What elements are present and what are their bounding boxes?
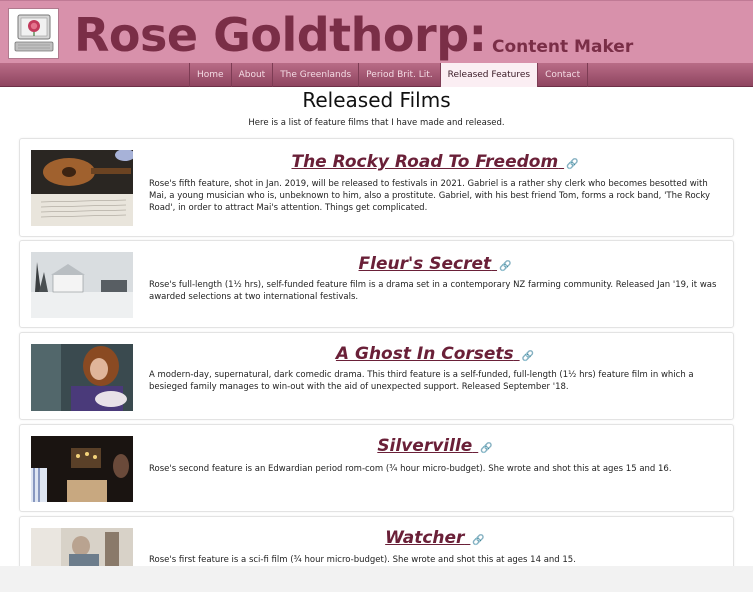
film-thumbnail[interactable]	[31, 344, 133, 411]
link-icon: 🔗	[521, 351, 535, 362]
page-intro: Here is a list of feature films that I h…	[248, 118, 505, 128]
film-title-link[interactable]: Watcher 🔗	[150, 528, 720, 548]
film-card: The Rocky Road To Freedom 🔗 Rose's fifth…	[19, 138, 734, 237]
film-description: Rose's full-length (1½ hrs), self-funded…	[149, 280, 717, 302]
nav-item-period-brit-lit[interactable]: Period Brit. Lit.	[358, 63, 439, 87]
film-card: Silverville 🔗 Rose's second feature is a…	[19, 424, 734, 512]
film-thumbnail[interactable]	[31, 252, 133, 318]
film-title-link[interactable]: Fleur's Secret 🔗	[150, 254, 720, 274]
film-thumbnail[interactable]	[31, 150, 133, 226]
nav-item-the-greenlands[interactable]: The Greenlands	[272, 63, 358, 87]
film-card: Fleur's Secret 🔗 Rose's full-length (1½ …	[19, 240, 734, 328]
page-title: Released Films	[302, 88, 451, 112]
nav-item-home[interactable]: Home	[189, 63, 231, 87]
film-title-link[interactable]: Silverville 🔗	[150, 436, 720, 456]
film-title-link[interactable]: A Ghost In Corsets 🔗	[150, 344, 720, 364]
film-title-link[interactable]: The Rocky Road To Freedom 🔗	[150, 152, 720, 172]
link-icon: 🔗	[480, 443, 493, 454]
film-description: Rose's first feature is a sci-fi film (¾…	[149, 555, 576, 565]
site-subtitle: Content Maker	[492, 37, 634, 57]
film-description: Rose's second feature is an Edwardian pe…	[149, 464, 672, 474]
film-thumbnail[interactable]	[31, 528, 133, 568]
site-logo[interactable]	[8, 8, 59, 59]
film-description: A modern-day, supernatural, dark comedic…	[149, 370, 694, 392]
nav-menu: Home About The Greenlands Period Brit. L…	[189, 63, 589, 87]
nav-item-about[interactable]: About	[230, 63, 273, 87]
link-icon: 🔗	[472, 535, 485, 546]
browser-bottom-bar	[0, 566, 753, 592]
main-navigation: Home About The Greenlands Period Brit. L…	[0, 63, 753, 87]
nav-item-contact[interactable]: Contact	[537, 63, 589, 87]
site-header: Rose Goldthorp: Content Maker	[0, 0, 753, 63]
film-description: Rose's fifth feature, shot in Jan. 2019,…	[149, 179, 710, 213]
link-icon: 🔗	[566, 159, 579, 170]
film-card: A Ghost In Corsets 🔗 A modern-day, super…	[19, 332, 734, 420]
link-icon: 🔗	[499, 261, 512, 272]
film-thumbnail[interactable]	[31, 436, 133, 502]
site-title: Rose Goldthorp:	[74, 8, 487, 62]
nav-item-released-features[interactable]: Released Features	[439, 63, 538, 87]
